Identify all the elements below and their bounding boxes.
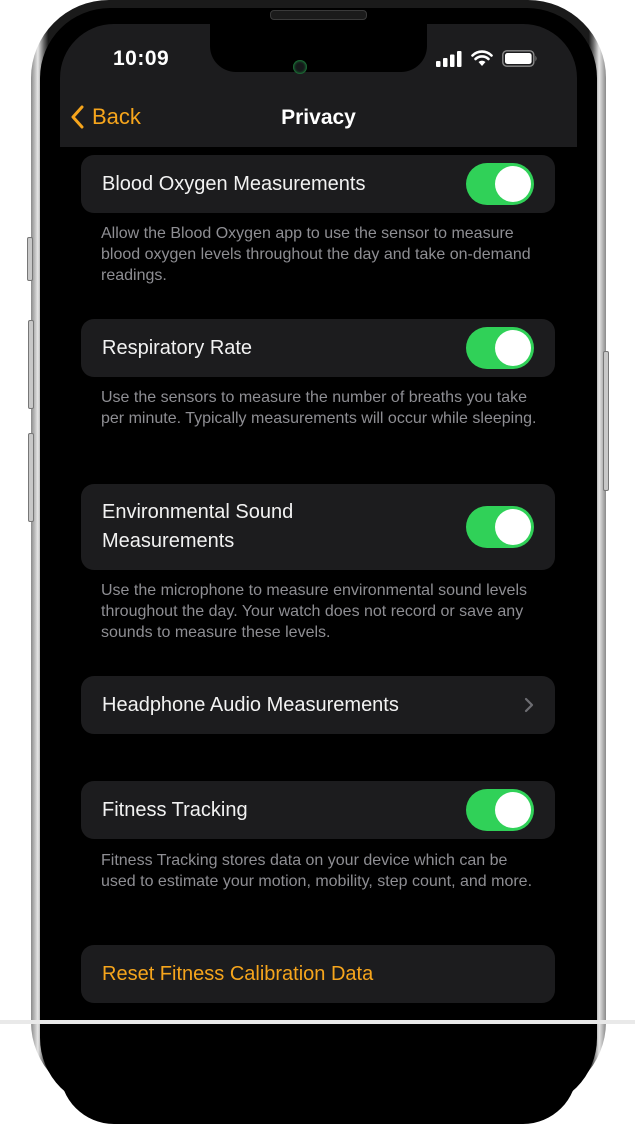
setting-row-headphone-audio[interactable]: Headphone Audio Measurements (81, 676, 555, 734)
wifi-icon (471, 50, 493, 66)
toggle-knob (495, 166, 531, 202)
status-time: 10:09 (113, 47, 170, 70)
battery-icon (502, 50, 537, 67)
blood-oxygen-toggle[interactable] (466, 163, 534, 205)
setting-label: Headphone Audio Measurements (102, 693, 399, 716)
cellular-signal-icon (436, 50, 462, 67)
setting-label-line2: Measurements (102, 530, 235, 552)
respiratory-rate-toggle[interactable] (466, 327, 534, 369)
setting-row-fitness-tracking: Fitness Tracking (81, 781, 555, 839)
setting-description: Use the sensors to measure the number of… (101, 389, 537, 427)
setting-label: Fitness Tracking (102, 798, 248, 821)
setting-description: Fitness Tracking stores data on your dev… (101, 852, 533, 890)
speaker-grille (270, 10, 367, 20)
setting-label: Environmental Sound Measurements (81, 498, 293, 556)
page-title: Privacy (281, 106, 356, 129)
setting-label: Blood Oxygen Measurements (102, 172, 366, 195)
status-icons (436, 50, 538, 67)
reset-fitness-calibration-button[interactable]: Reset Fitness Calibration Data (81, 945, 555, 1003)
setting-row-respiratory-rate: Respiratory Rate (81, 319, 555, 377)
page-bottom-strip (0, 1020, 635, 1024)
toggle-knob (495, 509, 531, 545)
setting-description: Allow the Blood Oxygen app to use the se… (101, 225, 531, 284)
setting-description: Use the microphone to measure environmen… (101, 582, 528, 641)
setting-row-environmental-sound: Environmental Sound Measurements (81, 484, 555, 570)
volume-down-button (28, 433, 34, 522)
toggle-knob (495, 330, 531, 366)
setting-label: Respiratory Rate (102, 336, 253, 359)
notch (210, 24, 427, 72)
front-camera (293, 60, 307, 74)
setting-row-blood-oxygen: Blood Oxygen Measurements (81, 155, 555, 213)
reset-label: Reset Fitness Calibration Data (102, 962, 374, 985)
chevron-right-icon (524, 697, 534, 713)
toggle-knob (495, 792, 531, 828)
volume-up-button (28, 320, 34, 409)
setting-label-line1: Environmental Sound (102, 501, 294, 523)
fitness-tracking-toggle[interactable] (466, 789, 534, 831)
side-button (603, 351, 609, 491)
mute-switch (27, 237, 33, 281)
environmental-sound-toggle[interactable] (466, 506, 534, 548)
screen: 10:09 Back Privacy Blood Oxygen Measurem… (60, 24, 577, 1124)
